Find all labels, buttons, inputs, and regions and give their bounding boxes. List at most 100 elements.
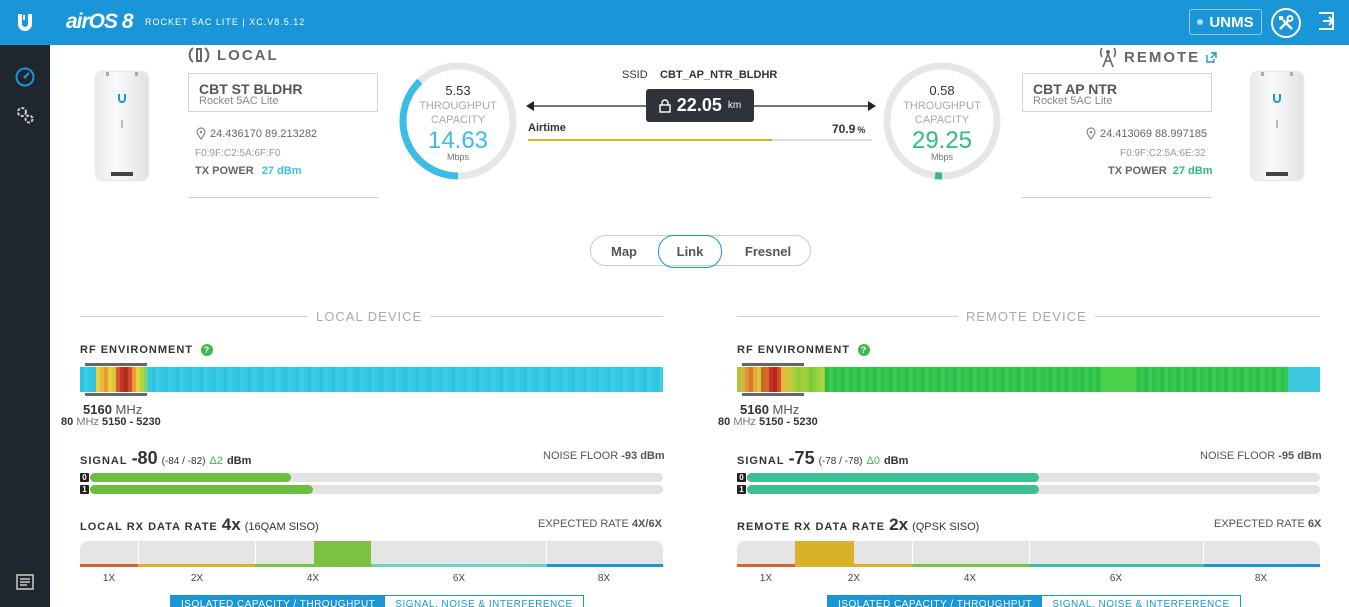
rf-bin: [331, 367, 336, 392]
rf-bin: [812, 367, 818, 392]
rf-bin: [399, 367, 404, 392]
local-name-box[interactable]: CBT ST BLDHR Rocket 5AC Lite: [188, 73, 378, 112]
rf-bin: [836, 367, 842, 392]
rf-bin: [591, 367, 596, 392]
local-chain0-fill: [90, 473, 291, 482]
rf-bin: [223, 367, 229, 392]
rf-bin: [1004, 367, 1009, 392]
rf-bin: [535, 367, 540, 392]
rf-bin: [1116, 367, 1121, 392]
rf-bin: [147, 367, 153, 392]
local-location: 24.436170 89.213282: [196, 127, 317, 140]
local-tab-signal[interactable]: SIGNAL, NOISE & INTERFERENCE: [385, 596, 582, 607]
rf-bin: [956, 367, 961, 392]
remote-expected-value: 6X: [1307, 518, 1322, 530]
rf-bin: [1156, 367, 1161, 392]
rf-bin: [315, 367, 320, 392]
rf-bin: [828, 367, 834, 392]
rf-bin: [737, 367, 742, 392]
unms-button[interactable]: UNMS: [1189, 9, 1262, 35]
remote-mac: F0:9F:C2:5A:6E:32: [1120, 148, 1206, 159]
help-icon[interactable]: ?: [858, 344, 870, 356]
rf-bin: [1172, 367, 1177, 392]
rf-bin: [1044, 367, 1049, 392]
rf-bin: [311, 367, 316, 392]
tab-link[interactable]: Link: [658, 235, 722, 268]
rf-bin: [856, 367, 862, 392]
rf-bin: [1240, 367, 1245, 392]
rf-bin: [419, 367, 424, 392]
help-icon[interactable]: ?: [201, 344, 213, 356]
rf-bin: [263, 367, 268, 392]
rf-bin: [143, 367, 149, 392]
rf-bin: [443, 367, 448, 392]
rf-bin: [916, 367, 921, 392]
rf-bin: [195, 367, 201, 392]
rf-bin: [531, 367, 536, 392]
external-link-icon[interactable]: [1206, 51, 1217, 63]
rf-bin: [1232, 367, 1237, 392]
remote-expected-label: EXPECTED RATE: [1214, 518, 1305, 530]
rf-bin: [151, 367, 157, 392]
rf-bin: [1260, 367, 1265, 392]
rf-bin: [904, 367, 909, 392]
rf-bin: [227, 367, 233, 392]
rf-bin: [251, 367, 256, 392]
rf-bin: [1276, 367, 1281, 392]
remote-rate-active: [795, 541, 854, 564]
remote-name-box[interactable]: CBT AP NTR Rocket 5AC Lite: [1022, 73, 1212, 112]
sidebar: [0, 45, 50, 607]
tools-button[interactable]: [1271, 8, 1301, 38]
ubiquiti-logo-icon[interactable]: [0, 0, 50, 45]
local-freq-value: 5160: [83, 402, 112, 417]
rf-bin: [808, 367, 814, 392]
rf-bin: [1136, 367, 1141, 392]
rf-bin: [1056, 367, 1061, 392]
rf-bin: [824, 367, 830, 392]
remote-rate-tick-6x: 6X: [1109, 573, 1123, 584]
logout-button[interactable]: [1316, 10, 1338, 32]
rf-bin: [1028, 367, 1033, 392]
local-rate-tick-8x: 8X: [597, 573, 611, 584]
remote-tab-signal[interactable]: SIGNAL, NOISE & INTERFERENCE: [1042, 596, 1239, 607]
rf-bin: [1104, 367, 1109, 392]
log-icon[interactable]: [15, 572, 35, 592]
rf-bin: [495, 367, 500, 392]
rf-bin: [439, 367, 444, 392]
local-expected-label: EXPECTED RATE: [538, 518, 629, 530]
rf-bin: [527, 367, 532, 392]
remote-rate-tick-4x: 4X: [963, 573, 977, 584]
remote-freq-unit: MHz: [772, 402, 800, 417]
rf-bin: [347, 367, 352, 392]
remote-bottom-tabs: ISOLATED CAPACITY / THROUGHPUT SIGNAL, N…: [827, 595, 1241, 607]
rf-bin: [820, 367, 826, 392]
remote-rf-label: RF ENVIRONMENT: [737, 344, 850, 356]
local-device-image: [96, 66, 148, 180]
remote-tab-capacity[interactable]: ISOLATED CAPACITY / THROUGHPUT: [828, 596, 1043, 607]
rf-bin: [1048, 367, 1053, 392]
rf-bin: [1196, 367, 1201, 392]
rf-bin: [247, 367, 252, 392]
rf-bin: [1036, 367, 1041, 392]
rf-bin: [215, 367, 221, 392]
rf-bin: [876, 367, 882, 392]
tab-map[interactable]: Map: [591, 236, 657, 267]
remote-signal-unit: dBm: [883, 455, 909, 467]
local-signal-delta: Δ2: [209, 455, 223, 467]
dashboard-icon[interactable]: [15, 67, 35, 87]
rf-bin: [1076, 367, 1081, 392]
local-tab-capacity[interactable]: ISOLATED CAPACITY / THROUGHPUT: [171, 596, 386, 607]
airtime-track: [528, 139, 872, 141]
rf-bin: [1020, 367, 1025, 392]
rf-bin: [395, 367, 400, 392]
rf-bin: [179, 367, 185, 392]
rf-bin: [115, 367, 121, 392]
remote-noise: NOISE FLOOR -95 dBm: [1200, 450, 1322, 462]
rf-bin: [411, 367, 416, 392]
remote-rate-tick-8x: 8X: [1254, 573, 1268, 584]
settings-icon[interactable]: [15, 105, 35, 125]
rf-bin: [191, 367, 197, 392]
tools-icon: [1279, 15, 1294, 30]
tab-fresnel[interactable]: Fresnel: [723, 236, 813, 267]
rf-bin: [1144, 367, 1149, 392]
